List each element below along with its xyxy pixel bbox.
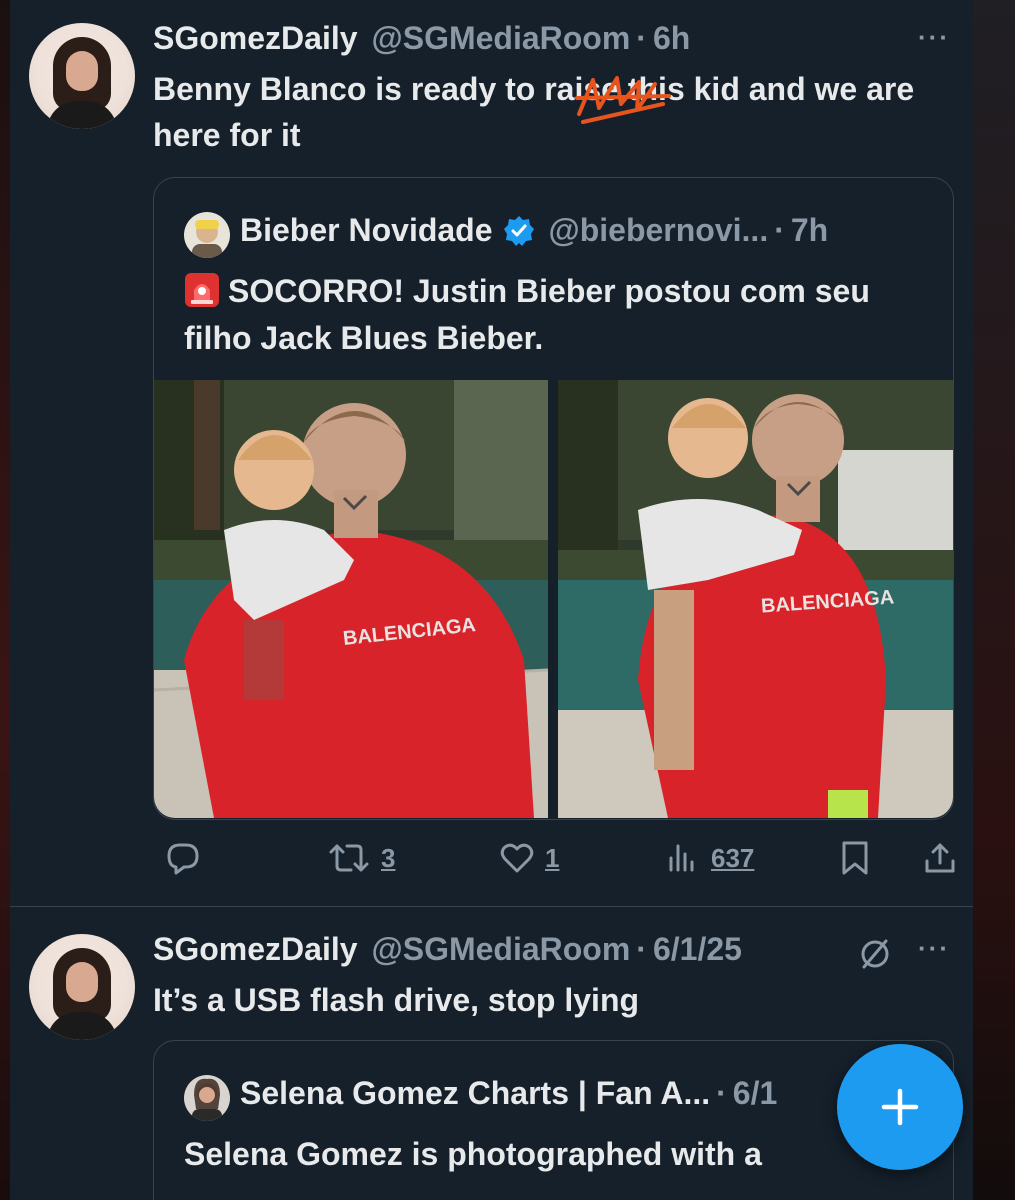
verified-badge-icon: [503, 215, 534, 246]
scribble-overlay: [575, 76, 671, 124]
reply-icon: [167, 843, 199, 875]
quoted-tweet[interactable]: Selena Gomez Charts | Fan A... · 6/1 Sel…: [153, 1040, 954, 1200]
right-edge-backdrop: [973, 0, 1015, 1200]
separator-dot: ·: [636, 931, 647, 967]
quote-author-name[interactable]: Selena Gomez Charts | Fan A...: [240, 1075, 710, 1112]
author-handle[interactable]: @SGMediaRoom: [372, 931, 631, 968]
separator-dot: ·: [636, 20, 647, 56]
share-icon: [925, 843, 955, 873]
author-handle[interactable]: @SGMediaRoom: [372, 20, 631, 57]
tweet-header: SGomezDaily @SGMediaRoom · 6h: [153, 20, 690, 57]
quote-timestamp[interactable]: 7h: [791, 212, 828, 249]
retweet-button[interactable]: 3: [327, 836, 395, 880]
compose-button[interactable]: [837, 1044, 963, 1170]
heart-icon: [500, 843, 534, 873]
quote-timestamp[interactable]: 6/1: [733, 1075, 777, 1112]
like-count[interactable]: 1: [545, 843, 559, 874]
quote-avatar[interactable]: [184, 1075, 230, 1121]
quote-author-name[interactable]: Bieber Novidade: [240, 212, 493, 249]
tweet[interactable]: SGomezDaily @SGMediaRoom · 6h ··· Benny …: [10, 0, 973, 906]
timestamp[interactable]: 6/1/25: [653, 931, 742, 968]
quote-avatar[interactable]: [184, 212, 230, 258]
separator-dot: ·: [774, 212, 785, 248]
retweet-icon: [329, 844, 369, 872]
share-button[interactable]: [923, 836, 957, 880]
reply-button[interactable]: [165, 836, 201, 880]
tweet-photo[interactable]: BALENCIAGA: [558, 380, 953, 818]
tweet-photo[interactable]: BALENCIAGA: [154, 380, 548, 818]
no-entry-icon[interactable]: [858, 937, 892, 971]
tweet-text-start: Benny Blanco is ready to: [153, 71, 545, 107]
bookmark-button[interactable]: [839, 836, 871, 880]
quote-text-content: SOCORRO! Justin Bieber postou com seu fi…: [184, 273, 870, 356]
tweet-text: It’s a USB flash drive, stop lying: [153, 982, 640, 1018]
quote-author-handle[interactable]: @biebernovi...: [549, 212, 769, 249]
separator-dot: ·: [716, 1075, 727, 1111]
quote-text: Selena Gomez is photographed with a: [184, 1136, 762, 1172]
tweet-actions: 3 1 637: [153, 836, 955, 880]
retweet-count[interactable]: 3: [381, 843, 395, 874]
more-options-icon[interactable]: ···: [918, 933, 950, 964]
avatar[interactable]: [29, 23, 135, 129]
views-chart-icon: [669, 844, 694, 872]
quote-text: SOCORRO! Justin Bieber postou com seu fi…: [184, 268, 924, 362]
tweet-header: SGomezDaily @SGMediaRoom · 6/1/25: [153, 931, 742, 968]
timeline-feed: SGomezDaily @SGMediaRoom · 6h ··· Benny …: [10, 0, 973, 1200]
timestamp[interactable]: 6h: [653, 20, 690, 57]
views-button[interactable]: 637: [665, 836, 754, 880]
plus-icon: [881, 1088, 919, 1126]
bookmark-icon: [842, 841, 868, 875]
views-count[interactable]: 637: [711, 843, 754, 874]
left-edge-backdrop: [0, 0, 10, 1200]
author-name[interactable]: SGomezDaily: [153, 20, 358, 57]
author-name[interactable]: SGomezDaily: [153, 931, 358, 968]
more-options-icon[interactable]: ···: [918, 22, 950, 53]
quote-header: Bieber Novidade @biebernovi... · 7h: [240, 212, 828, 249]
quote-header: Selena Gomez Charts | Fan A... · 6/1: [240, 1075, 777, 1112]
avatar[interactable]: [29, 934, 135, 1040]
like-button[interactable]: 1: [499, 836, 559, 880]
police-siren-icon: [185, 273, 219, 307]
tweet-text: Benny Blanco is ready to raise this kid …: [153, 66, 953, 158]
